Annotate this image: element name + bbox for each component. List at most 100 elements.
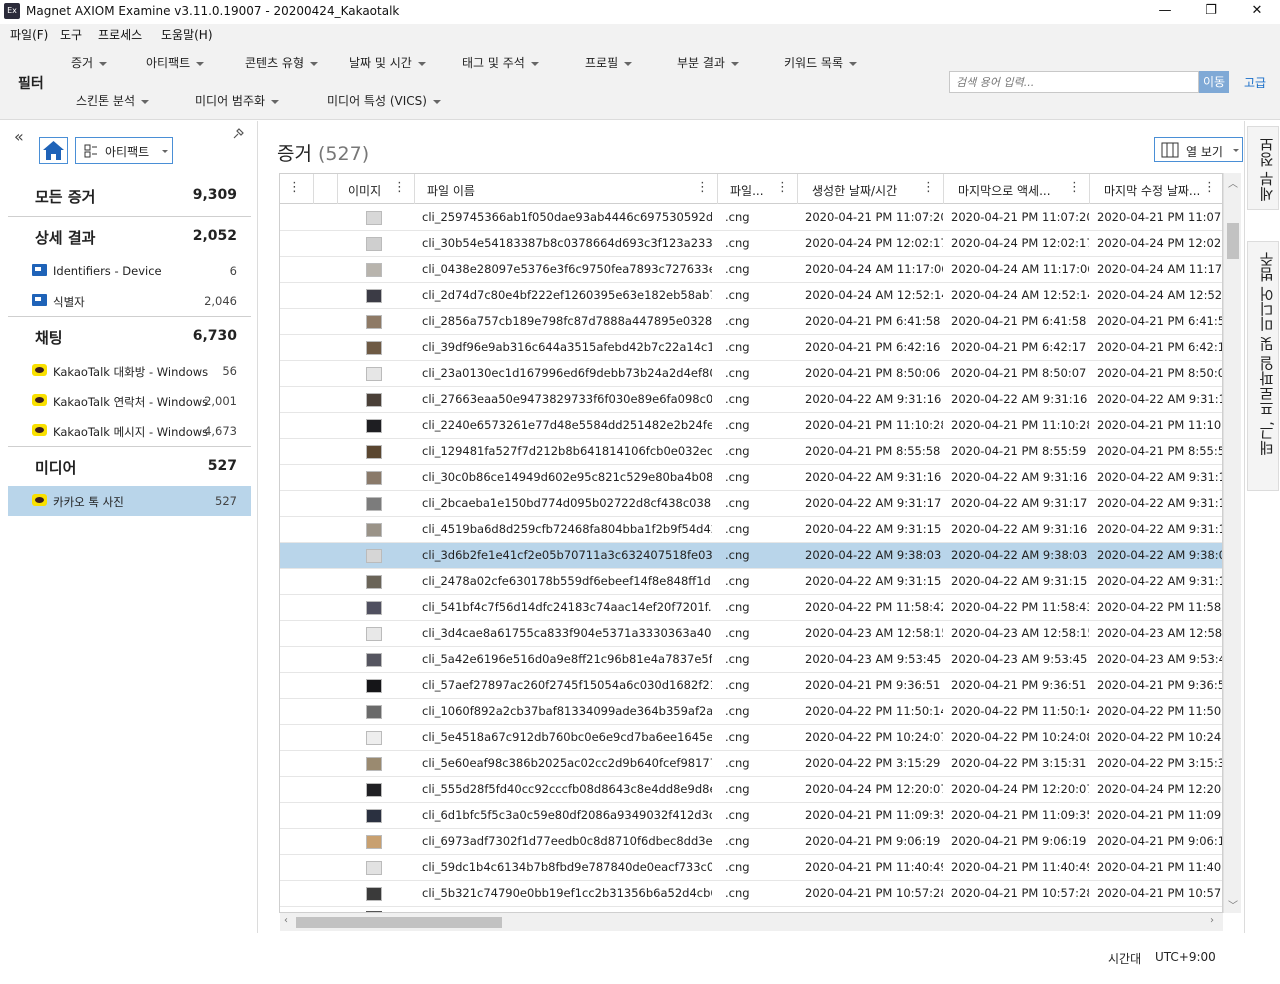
table-row[interactable]: cli_259745366ab1f050dae93ab4446c69753059… [280, 205, 1222, 231]
image-thumbnail [366, 809, 382, 823]
category-item[interactable]: KakaoTalk 연락처 - Windows 2,001 [8, 386, 251, 416]
column-header-modified[interactable]: 마지막 수정 날짜... ⋮ [1090, 174, 1222, 204]
filter-dropdown-row2-0[interactable]: 스킨톤 분석 [76, 92, 150, 109]
image-thumbnail [366, 341, 382, 355]
cell-filetype: .cng [725, 210, 750, 224]
category-item[interactable]: KakaoTalk 메시지 - Windows 4,673 [8, 416, 251, 446]
column-view-button[interactable]: 열 보기 [1154, 137, 1243, 162]
filter-dropdown-6[interactable]: 부분 결과 [677, 54, 739, 71]
table-row[interactable]: cli_5e60eaf98c386b2025ac02cc2d9b640fcef9… [280, 751, 1223, 777]
table-row[interactable]: cli_1060f892a2cb37baf81334099ade364b359a… [280, 699, 1222, 725]
timezone-value[interactable]: UTC+9:00 [1155, 950, 1216, 964]
cell-created: 2020-04-21 PM 10:57:28 [805, 886, 943, 900]
tab-tags-profiles[interactable]: 태그, 프로파일 및 미디어 범주 [1247, 241, 1279, 491]
horizontal-scroll-thumb[interactable] [296, 917, 502, 928]
filter-dropdown-5[interactable]: 프로필 [585, 54, 633, 71]
menu-help[interactable]: 도움말(H) [161, 26, 213, 43]
tab-details[interactable]: 세부 정보 [1247, 126, 1279, 210]
table-row[interactable]: cli_4519ba6d8d259cfb72468fa804bba1f2b9f5… [280, 517, 1222, 543]
close-button[interactable]: ✕ [1234, 0, 1280, 24]
table-row[interactable]: cli_5e4518a67c912db760bc0e6e9cd7ba6ee164… [280, 725, 1222, 751]
table-row[interactable]: cli_30b54e54183387b8c0378664d693c3f123a2… [280, 231, 1222, 257]
pin-icon[interactable] [232, 127, 245, 144]
menu-tools[interactable]: 도구 [60, 26, 82, 43]
table-row[interactable]: cli_39df96e9ab316c644a3515afebd42b7c22a1… [280, 335, 1222, 361]
artifact-view-selector[interactable]: 아티팩트 [75, 137, 173, 164]
filter-dropdown-row2-1[interactable]: 미디어 범주화 [195, 92, 280, 109]
filter-dropdown-2[interactable]: 콘텐츠 유형 [245, 54, 319, 71]
column-header-accessed[interactable]: 마지막으로 액세... ⋮ [944, 174, 1090, 204]
table-row[interactable]: cli_6d1bfc5f5c3a0c59e80df2086a9349032f41… [280, 803, 1222, 829]
column-options-header[interactable]: ⋮ [280, 174, 314, 204]
menu-process[interactable]: 프로세스 [98, 26, 142, 43]
cell-filename: cli_5a42e6196e516d0a9e8ff21c96b81e4a7837… [422, 652, 712, 666]
filter-label: 날짜 및 시간 [349, 56, 412, 70]
table-row[interactable]: cli_23a0130ec1d167996ed6f9debb73b24a2d4e… [280, 361, 1222, 387]
scroll-down-icon[interactable]: ﹀ [1228, 897, 1238, 912]
scroll-right-icon[interactable]: › [1210, 915, 1214, 926]
filter-dropdown-3[interactable]: 날짜 및 시간 [349, 54, 426, 71]
filter-dropdown-1[interactable]: 아티팩트 [146, 54, 205, 71]
category-item[interactable]: 카카오 톡 사진 527 [8, 486, 251, 516]
cell-filename: cli_3d6b2fe1e41cf2e05b70711a3c632407518f… [422, 548, 712, 562]
vertical-scrollbar[interactable]: ︿ ﹀ [1223, 173, 1241, 913]
table-row[interactable]: cli_2478a02cfe630178b559df6ebeef14f8e848… [280, 569, 1222, 595]
cell-modified: 2020-04-22 PM 10:24:08 [1097, 730, 1222, 744]
table-row[interactable]: cli_5b321c74790e0bb19ef1cc2b31356b6a52d4… [280, 881, 1222, 907]
category-item[interactable]: 식별자 2,046 [8, 286, 251, 316]
home-button[interactable] [39, 137, 68, 164]
table-row[interactable]: cli_3d4cae8a61755ca833f904e5371a3330363a… [280, 621, 1222, 647]
filter-dropdown-7[interactable]: 키워드 목록 [784, 54, 858, 71]
scroll-up-icon[interactable]: ︿ [1228, 175, 1238, 190]
minimize-button[interactable]: — [1142, 0, 1188, 24]
select-header[interactable] [314, 174, 338, 204]
advanced-search-link[interactable]: 고급 [1244, 74, 1266, 91]
table-row[interactable]: cli_2856a757cb189e798fc87d7888a447895e03… [280, 309, 1222, 335]
category-item[interactable]: KakaoTalk 대화방 - Windows 56 [8, 356, 251, 386]
restore-button[interactable]: ❐ [1188, 0, 1234, 24]
cell-modified: 2020-04-22 PM 3:15:31 [1097, 756, 1223, 770]
cell-accessed: 2020-04-23 AM 12:58:15 [951, 626, 1089, 640]
column-header-created[interactable]: 생성한 날짜/시간 ⋮ [798, 174, 944, 204]
cell-filename: cli_30b54e54183387b8c0378664d693c3f123a2… [422, 236, 712, 250]
menu-file[interactable]: 파일(F) [10, 26, 48, 43]
table-row[interactable]: cli_555d28f5fd40cc92cccfb08d8643c8e4dd8e… [280, 777, 1222, 803]
page-title-text: 증거 [277, 143, 312, 165]
category-item-count: 6 [229, 264, 237, 278]
table-row[interactable]: cli_59dc1b4c6134b7b8fbd9e787840de0eacf73… [280, 855, 1222, 881]
table-row[interactable]: cli_541bf4c7f56d14dfc24183c74aac14ef20f7… [280, 595, 1222, 621]
column-header-filetype[interactable]: 파일... ⋮ [718, 174, 798, 204]
vertical-scroll-thumb[interactable] [1227, 223, 1239, 259]
category-group[interactable]: 모든 증거 9,309 [8, 176, 251, 216]
filter-dropdown-4[interactable]: 태그 및 주석 [462, 54, 539, 71]
category-item[interactable]: Identifiers - Device 6 [8, 256, 251, 286]
table-row[interactable]: cli_2240e6573261e77d48e5584dd251482e2b24… [280, 413, 1222, 439]
column-header-filename[interactable]: 파일 이름 ⋮ [415, 174, 718, 204]
table-row[interactable]: cli_57aef27897ac260f2745f15054a6c030d168… [280, 673, 1222, 699]
go-button[interactable]: 이동 [1199, 71, 1229, 93]
category-group[interactable]: 상세 결과 2,052 [8, 216, 251, 256]
filter-label: 태그 및 주석 [462, 56, 525, 70]
category-group[interactable]: 미디어 527 [8, 446, 251, 486]
filter-dropdown-row2-2[interactable]: 미디어 특성 (VICS) [327, 92, 441, 109]
table-row[interactable]: cli_3d6b2fe1e41cf2e05b70711a3c632407518f… [280, 543, 1222, 569]
table-row[interactable]: cli_30c0b86ce14949d602e95c821c529e80ba4b… [280, 465, 1222, 491]
table-row[interactable]: cli_129481fa527f7d212b8b641814106fcb0e03… [280, 439, 1222, 465]
filter-dropdown-0[interactable]: 증거 [71, 54, 108, 71]
column-header-image[interactable]: 이미지 ⋮ [338, 174, 415, 204]
table-row[interactable]: cli_2d74d7c80e4bf222ef1260395e63e182eb58… [280, 283, 1222, 309]
horizontal-scrollbar[interactable]: ‹ › [280, 913, 1223, 931]
cell-created: 2020-04-22 AM 9:31:15 [805, 574, 942, 588]
cell-accessed: 2020-04-23 AM 9:53:45 [951, 652, 1088, 666]
collapse-panel-icon[interactable]: « [14, 127, 24, 146]
search-input[interactable] [949, 71, 1199, 93]
image-thumbnail [366, 653, 382, 667]
cell-filename: cli_2240e6573261e77d48e5584dd251482e2b24… [422, 418, 712, 432]
category-group[interactable]: 채팅 6,730 [8, 316, 251, 356]
table-row[interactable]: cli_5a42e6196e516d0a9e8ff21c96b81e4a7837… [280, 647, 1222, 673]
table-row[interactable]: cli_27663eaa50e9473829733f6f030e89e6fa09… [280, 387, 1222, 413]
scroll-left-icon[interactable]: ‹ [284, 915, 288, 926]
table-row[interactable]: cli_6973adf7302f1d77eedb0c8d8710f6dbec8d… [280, 829, 1222, 855]
table-row[interactable]: cli_0438e28097e5376e3f6c9750fea7893c7276… [280, 257, 1222, 283]
table-row[interactable]: cli_2bcaeba1e150bd774d095b02722d8cf438c0… [280, 491, 1222, 517]
